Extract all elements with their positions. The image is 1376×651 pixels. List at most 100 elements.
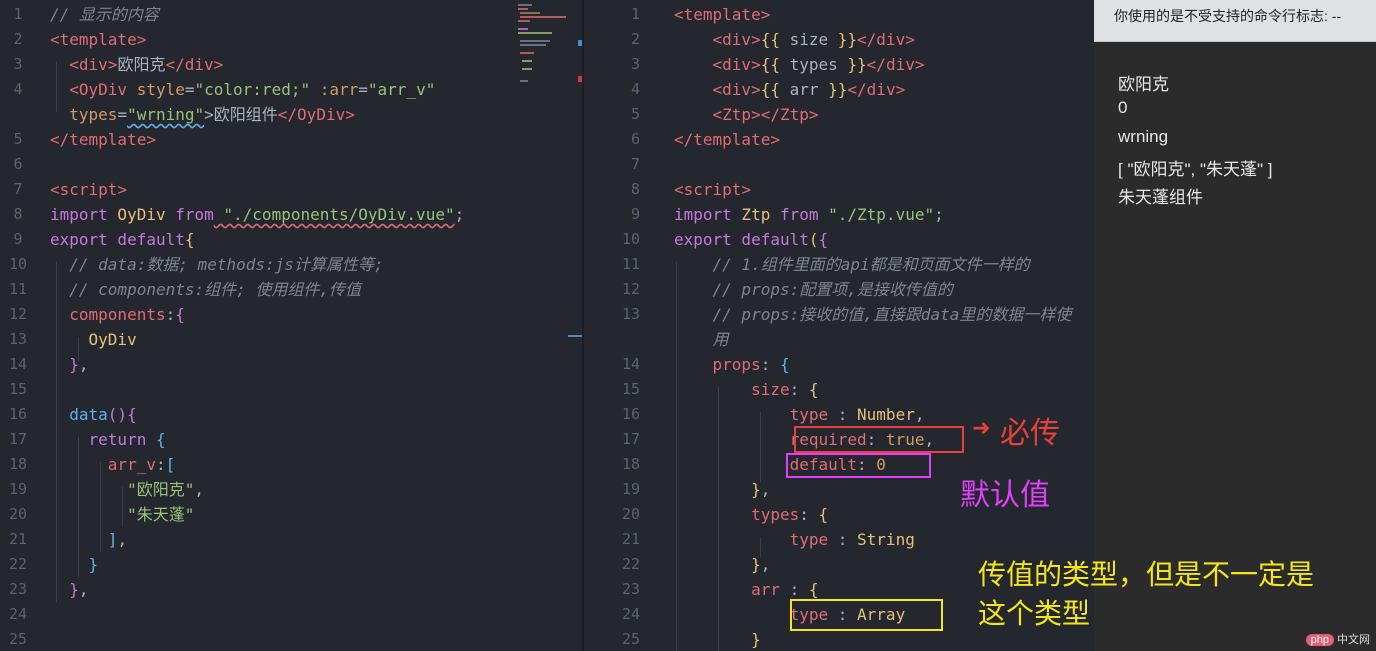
code-token: <div> xyxy=(712,30,761,49)
code-token: , xyxy=(117,530,128,549)
code-token: , xyxy=(914,405,925,424)
code-token: String xyxy=(857,530,915,549)
line-number: 4 xyxy=(13,80,23,98)
code-token: { xyxy=(184,230,195,249)
preview-line: 欧阳克 xyxy=(1118,75,1169,94)
line-number: 25 xyxy=(621,630,640,648)
code-token: <div> xyxy=(712,80,761,99)
type-highlight-box xyxy=(790,599,943,631)
line-number: 10 xyxy=(8,255,28,273)
code-token: { xyxy=(818,505,829,524)
code-text: "欧阳克", xyxy=(50,477,204,502)
code-token: </div> xyxy=(165,55,224,74)
code-text: <div>欧阳克</div> xyxy=(50,52,223,77)
code-token: , xyxy=(78,355,89,374)
code-text: type : String xyxy=(674,527,915,552)
code-text: <template> xyxy=(674,2,770,27)
code-text: }, xyxy=(50,577,89,602)
code-token: ; xyxy=(934,205,944,224)
code-token: : xyxy=(155,455,166,474)
line-number: 19 xyxy=(8,480,28,498)
code-token: } xyxy=(50,355,79,374)
code-token: : xyxy=(828,405,858,424)
code-token: // components:组件; 使用组件,传值 xyxy=(50,280,362,299)
code-token: { xyxy=(808,580,819,599)
code-text: size: { xyxy=(674,377,819,402)
line-number: 24 xyxy=(8,605,28,623)
code-token: { xyxy=(808,380,819,399)
code-token: } xyxy=(674,555,761,574)
code-token: type xyxy=(674,530,829,549)
left-editor-pane[interactable]: 1 // 显示的内容 2 <template> 3 <div>欧阳克</div> 4 <O… xyxy=(0,0,582,651)
line-number: 17 xyxy=(8,430,28,448)
code-token: OyDiv xyxy=(50,330,137,349)
code-token: {{ xyxy=(760,30,780,49)
code-token: </template> xyxy=(50,130,156,149)
code-token: "朱天蓬" xyxy=(50,505,195,524)
code-token: types xyxy=(674,505,800,524)
line-number: 17 xyxy=(621,430,640,448)
line-number: 18 xyxy=(8,455,28,473)
line-number: 9 xyxy=(630,205,640,223)
line-number: 8 xyxy=(630,180,640,198)
code-token: {{ xyxy=(760,55,780,74)
required-note: 必传 xyxy=(1000,416,1060,451)
code-token: } xyxy=(674,480,761,499)
line-number: 23 xyxy=(621,580,640,598)
code-token: <template> xyxy=(674,5,771,24)
code-token: "./components/OyDiv.vue" xyxy=(213,205,455,224)
code-text: }, xyxy=(674,552,770,577)
code-text: } xyxy=(674,627,761,651)
code-token: // props:配置项,是接收传值的 xyxy=(674,280,953,299)
code-text: // props:配置项,是接收传值的 xyxy=(674,277,953,302)
code-text: props: { xyxy=(674,352,790,377)
line-number: 11 xyxy=(621,255,640,273)
code-token: } xyxy=(50,555,99,574)
code-token: default xyxy=(731,230,809,249)
line-number: 23 xyxy=(8,580,28,598)
code-token: "arr_v" xyxy=(367,80,436,99)
code-token: <script> xyxy=(50,180,128,199)
code-text: export default{ xyxy=(50,227,195,252)
line-number: 21 xyxy=(8,530,28,548)
code-token: } xyxy=(50,580,79,599)
code-token: = xyxy=(358,80,368,99)
code-text: ], xyxy=(50,527,127,552)
line-number: 16 xyxy=(8,405,28,423)
line-number: 13 xyxy=(8,330,28,348)
minimap[interactable] xyxy=(514,0,568,90)
line-number: 2 xyxy=(630,30,640,48)
code-text: // props:接收的值,直接跟data里的数据一样使 xyxy=(674,302,1072,327)
code-token: : xyxy=(799,505,819,524)
line-number: 7 xyxy=(630,155,640,173)
code-text: import OyDiv from "./components/OyDiv.vu… xyxy=(50,202,464,227)
line-number: 11 xyxy=(8,280,28,298)
code-text: <div>{{ size }}</div> xyxy=(674,27,915,52)
line-number: 5 xyxy=(13,130,23,148)
preview-line: 朱天蓬组件 xyxy=(1118,188,1203,207)
line-number: 19 xyxy=(621,480,640,498)
code-token: { xyxy=(779,355,790,374)
code-text: components:{ xyxy=(50,302,185,327)
code-text: 用 xyxy=(674,327,729,352)
code-token: { xyxy=(818,230,829,249)
code-text: "朱天蓬" xyxy=(50,502,194,527)
code-token: props xyxy=(674,355,761,374)
code-text: import Ztp from "./Ztp.vue"; xyxy=(674,202,944,227)
code-token: : xyxy=(789,380,809,399)
code-token: [ xyxy=(165,455,176,474)
arrow-icon: ➜ xyxy=(972,416,991,441)
code-token: , xyxy=(78,580,89,599)
code-token: 欧阳克 xyxy=(117,55,166,74)
required-highlight-box xyxy=(794,426,964,453)
code-text: <OyDiv style="color:red;" :arr="arr_v" xyxy=(50,77,435,102)
code-token: import xyxy=(674,205,732,224)
unsupported-flag-infobar: 你使用的是不受支持的命令行标志: -- xyxy=(1094,0,1376,42)
code-token: 用 xyxy=(674,330,729,349)
code-text: <div>{{ types }}</div> xyxy=(674,52,925,77)
